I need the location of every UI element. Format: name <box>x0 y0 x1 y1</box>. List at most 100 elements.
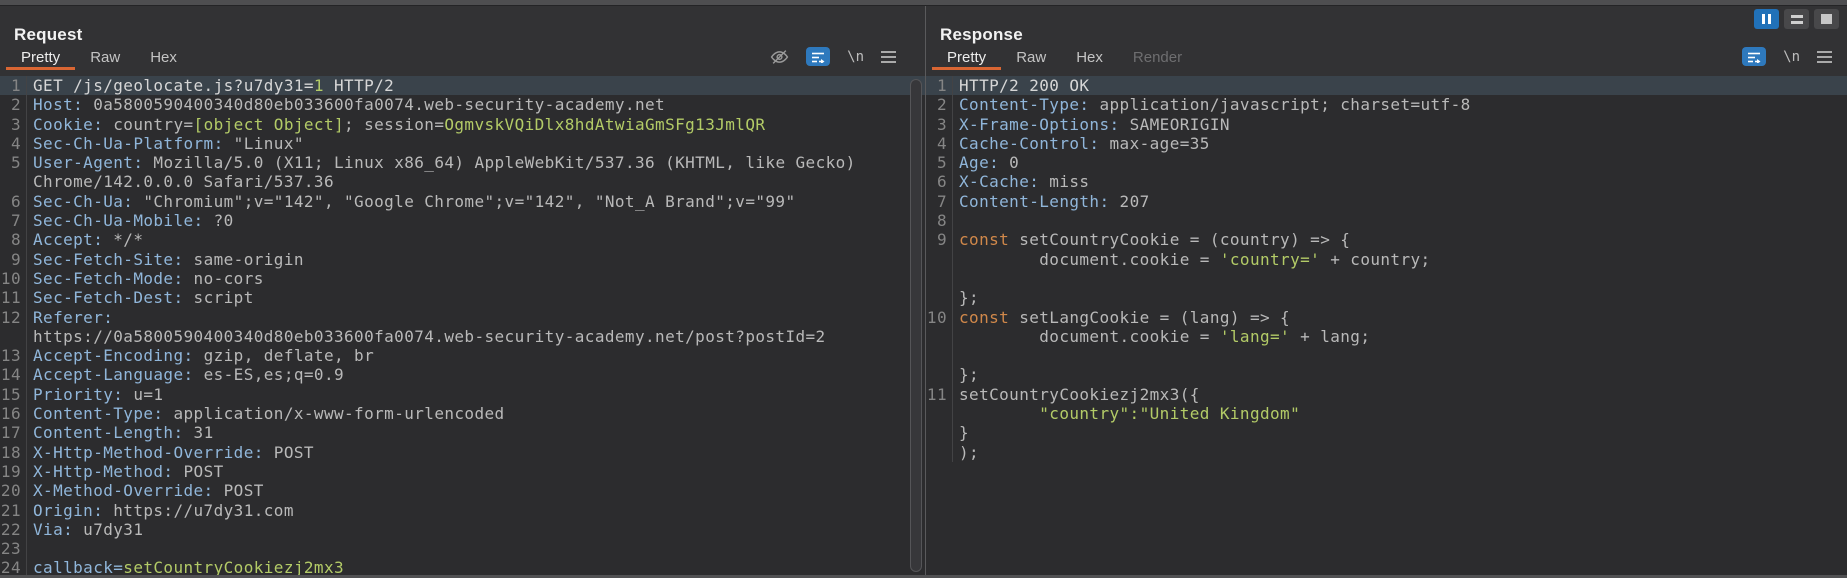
line-number: 19 <box>0 462 27 481</box>
line-number: 23 <box>0 539 27 558</box>
code-line: 8 <box>926 211 1847 230</box>
tab-pretty[interactable]: Pretty <box>932 44 1001 70</box>
code-line: 2Content-Type: application/javascript; c… <box>926 95 1847 114</box>
line-number: 7 <box>926 192 953 211</box>
request-toolbar: \n <box>770 47 896 66</box>
soft-wrap-button[interactable] <box>1742 47 1766 66</box>
code-line: 7Content-Length: 207 <box>926 192 1847 211</box>
show-newlines-toggle[interactable]: \n <box>1783 49 1800 65</box>
lines-icon <box>1791 15 1803 18</box>
line-number: 13 <box>0 346 27 365</box>
code-line: document.cookie = 'country=' + country; <box>926 250 1847 269</box>
code-line: 5Age: 0 <box>926 153 1847 172</box>
line-number: 12 <box>0 308 27 327</box>
tab-render: Render <box>1118 44 1197 70</box>
code-line: } <box>926 423 1847 442</box>
code-line: 10const setLangCookie = (lang) => { <box>926 308 1847 327</box>
code-line: 7Sec-Ch-Ua-Mobile: ?0 <box>0 211 925 230</box>
line-number <box>926 346 953 365</box>
code-line: 3X-Frame-Options: SAMEORIGIN <box>926 115 1847 134</box>
http-message-viewer: Request Pretty Raw Hex \n <box>0 0 1847 578</box>
code-line <box>926 269 1847 288</box>
stop-button[interactable] <box>1814 9 1839 29</box>
code-line: 14Accept-Language: es-ES,es;q=0.9 <box>0 365 925 384</box>
line-number <box>926 423 953 442</box>
code-line: 22Via: u7dy31 <box>0 520 925 539</box>
lines-button[interactable] <box>1784 9 1809 29</box>
code-line: 11setCountryCookiezj2mx3({ <box>926 385 1847 404</box>
editor-menu-icon[interactable] <box>881 51 896 63</box>
response-toolbar: \n <box>1742 47 1832 66</box>
request-pane-title: Request <box>14 25 82 45</box>
line-number: 7 <box>0 211 27 230</box>
code-line: 16Content-Type: application/x-www-form-u… <box>0 404 925 423</box>
editor-menu-icon[interactable] <box>1817 51 1832 63</box>
line-number <box>926 250 953 269</box>
code-line: 3Cookie: country=[object Object]; sessio… <box>0 115 925 134</box>
line-number <box>926 269 953 288</box>
line-number: 8 <box>0 230 27 249</box>
show-newlines-toggle[interactable]: \n <box>847 49 864 65</box>
tab-raw[interactable]: Raw <box>1001 44 1061 70</box>
line-number <box>926 327 953 346</box>
code-line: ); <box>926 443 1847 462</box>
tab-pretty[interactable]: Pretty <box>6 44 75 70</box>
tab-raw[interactable]: Raw <box>75 44 135 70</box>
code-line: 12Referer: <box>0 308 925 327</box>
line-number: 22 <box>0 520 27 539</box>
line-number: 16 <box>0 404 27 423</box>
request-code: 1GET /js/geolocate.js?u7dy31=1 HTTP/22Ho… <box>0 76 925 575</box>
code-line: Chrome/142.0.0.0 Safari/537.36 <box>0 172 925 191</box>
top-border-strip <box>0 0 1847 6</box>
line-number <box>0 172 27 191</box>
code-line: 19X-Http-Method: POST <box>0 462 925 481</box>
code-line: 15Priority: u=1 <box>0 385 925 404</box>
line-number: 18 <box>0 443 27 462</box>
code-line: 6X-Cache: miss <box>926 172 1847 191</box>
pause-button[interactable] <box>1754 9 1779 29</box>
request-scrollbar[interactable] <box>910 79 922 572</box>
line-number: 9 <box>926 230 953 249</box>
line-number: 6 <box>926 172 953 191</box>
request-editor[interactable]: 1GET /js/geolocate.js?u7dy31=1 HTTP/22Ho… <box>0 76 925 575</box>
line-number: 1 <box>0 76 27 95</box>
code-line <box>926 346 1847 365</box>
scrollbar-thumb[interactable] <box>910 79 922 572</box>
code-line: 13Accept-Encoding: gzip, deflate, br <box>0 346 925 365</box>
line-number: 4 <box>0 134 27 153</box>
code-line: 2Host: 0a5800590400340d80eb033600fa0074.… <box>0 95 925 114</box>
response-editor[interactable]: 1HTTP/2 200 OK2Content-Type: application… <box>926 76 1847 575</box>
code-line: 20X-Method-Override: POST <box>0 481 925 500</box>
response-tabs: Pretty Raw Hex Render <box>932 44 1847 70</box>
line-number <box>0 327 27 346</box>
square-icon <box>1821 14 1832 24</box>
soft-wrap-icon <box>811 51 825 63</box>
code-line: "country":"United Kingdom" <box>926 404 1847 423</box>
line-number: 10 <box>926 308 953 327</box>
eye-off-icon[interactable] <box>770 49 789 65</box>
tab-hex[interactable]: Hex <box>1061 44 1118 70</box>
window-controls <box>1754 9 1839 29</box>
line-number: 15 <box>0 385 27 404</box>
line-number: 20 <box>0 481 27 500</box>
soft-wrap-button[interactable] <box>806 47 830 66</box>
line-number: 5 <box>926 153 953 172</box>
line-number: 2 <box>926 95 953 114</box>
code-line: 23 <box>0 539 925 558</box>
tab-hex[interactable]: Hex <box>135 44 192 70</box>
line-number: 3 <box>926 115 953 134</box>
line-number <box>926 365 953 384</box>
line-number <box>926 404 953 423</box>
code-line: 6Sec-Ch-Ua: "Chromium";v="142", "Google … <box>0 192 925 211</box>
soft-wrap-icon <box>1747 51 1761 63</box>
code-line: 4Sec-Ch-Ua-Platform: "Linux" <box>0 134 925 153</box>
line-number: 17 <box>0 423 27 442</box>
response-pane: Response Pretty Raw Hex Render \n <box>926 6 1847 575</box>
line-number: 4 <box>926 134 953 153</box>
line-number <box>926 288 953 307</box>
line-number: 9 <box>0 250 27 269</box>
code-line: 10Sec-Fetch-Mode: no-cors <box>0 269 925 288</box>
code-line: 1GET /js/geolocate.js?u7dy31=1 HTTP/2 <box>0 76 925 95</box>
response-pane-title: Response <box>940 25 1023 45</box>
line-number: 6 <box>0 192 27 211</box>
